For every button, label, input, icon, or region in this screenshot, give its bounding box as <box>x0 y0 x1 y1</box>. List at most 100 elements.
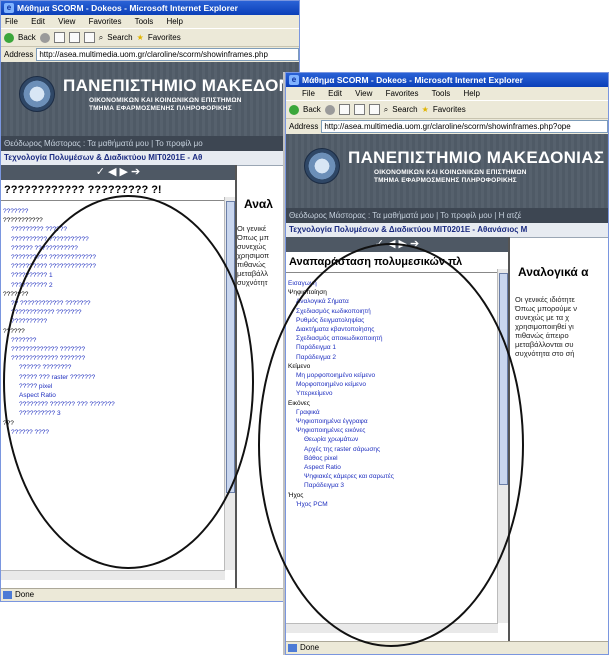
toc-link[interactable]: Αναλογικά Σήματα <box>286 297 498 306</box>
toc-section: ??????? <box>3 290 29 298</box>
toc-link[interactable]: Μορφοποιημένο κείμενο <box>286 380 498 389</box>
toc-section: Κείμενο <box>288 362 311 370</box>
toc-link[interactable]: ????????????? ??????? <box>1 354 225 363</box>
toc-link[interactable]: Ρυθμός δειγματοληψίας <box>286 316 498 325</box>
toc-link[interactable]: Αρχές της raster σάρωσης <box>286 445 498 454</box>
toc-link[interactable]: ?????????? ????????????? <box>1 253 225 262</box>
toc-link[interactable]: ?????????? <box>1 317 225 326</box>
toc-link[interactable]: ?????????? 1 <box>1 271 225 280</box>
toc-horizontal-scrollbar[interactable] <box>1 570 225 580</box>
toc-link[interactable]: ????????? ?????? <box>1 225 225 234</box>
toc-link[interactable]: ?????????? 3 <box>1 409 225 418</box>
menu-help[interactable]: Help <box>464 89 480 98</box>
toc-nav-arrows[interactable]: ✓ ◀ ▶ ➔ <box>286 237 508 252</box>
toc-link[interactable]: ?????? ???????????? <box>1 244 225 253</box>
toc-link[interactable]: Aspect Ratio <box>286 463 498 472</box>
favorites-button[interactable]: Favorites <box>148 33 181 42</box>
faculty-name: ΟΙΚΟΝΟΜΙΚΩΝ ΚΑΙ ΚΟΙΝΩΝΙΚΩΝ ΕΠΙΣΤΗΜΩΝ ΤΜΗ… <box>89 97 242 113</box>
toc-horizontal-scrollbar[interactable] <box>286 623 498 633</box>
toc-vertical-scrollbar[interactable] <box>224 197 235 570</box>
toc-link[interactable]: ???????????? ??????? <box>1 308 225 317</box>
menu-view[interactable]: View <box>58 17 75 26</box>
stop-icon[interactable] <box>338 104 350 115</box>
toc-link[interactable]: Θεωρία χρωμάτων <box>286 435 498 444</box>
search-button[interactable]: Search <box>107 33 132 42</box>
title-bar[interactable]: e Μάθημα SCORM - Dokeos - Microsoft Inte… <box>286 73 608 87</box>
toc-link[interactable]: ????? pixel <box>1 382 225 391</box>
toc-link[interactable]: ?????????? 2 <box>1 281 225 290</box>
toc-link[interactable]: ?????????? ????????????? <box>1 262 225 271</box>
scroll-thumb[interactable] <box>499 273 508 485</box>
refresh-icon[interactable] <box>353 104 365 115</box>
forward-arrow-icon[interactable] <box>39 32 50 43</box>
home-icon[interactable] <box>368 104 380 115</box>
toc-link[interactable]: Ψηφιοποιημένα έγγραφα <box>286 417 498 426</box>
back-arrow-icon[interactable] <box>289 104 299 115</box>
toc-link[interactable]: ???????? ??????? ??? ??????? <box>1 400 225 409</box>
toc-link[interactable]: Ψηφιακές κάμερες και σαρωτές <box>286 472 498 481</box>
toc-link[interactable]: Διακτήματα κβαντοποίησης <box>286 325 498 334</box>
menu-help[interactable]: Help <box>167 17 183 26</box>
toc-section: ??????????? <box>3 217 43 225</box>
toc-link[interactable]: Μη μορφοποιημένο κείμενο <box>286 371 498 380</box>
menu-file[interactable]: File <box>5 17 18 26</box>
course-title[interactable]: Τεχνολογία Πολυμέσων & Διαδικτύου MIT020… <box>286 223 608 238</box>
toc-link[interactable]: ?????? ???? <box>1 428 225 437</box>
refresh-icon[interactable] <box>68 32 80 43</box>
toc-link[interactable]: ????????????? ??????? <box>1 345 225 354</box>
menu-tools[interactable]: Tools <box>135 17 154 26</box>
search-icon[interactable]: ⌕ <box>384 105 388 115</box>
toc-link[interactable]: Εισαγωγή <box>286 279 498 288</box>
course-title[interactable]: Τεχνολογία Πολυμέσων & Διαδικτύου MIT020… <box>1 151 299 166</box>
forward-arrow-icon[interactable] <box>324 104 335 115</box>
back-button[interactable]: Back <box>18 33 36 42</box>
scroll-thumb[interactable] <box>226 201 235 493</box>
toc-link[interactable]: ?????? ???????? <box>1 363 225 372</box>
search-button[interactable]: Search <box>392 105 417 114</box>
toc-link[interactable]: Aspect Ratio <box>1 391 225 400</box>
toc-link[interactable]: Γραφικά <box>286 408 498 417</box>
menu-tools[interactable]: Tools <box>432 89 451 98</box>
favorites-button[interactable]: Favorites <box>433 105 466 114</box>
user-nav[interactable]: Θεόδωρος Μάστορας : Τα μαθήματά μου | Το… <box>286 208 608 223</box>
toc-frame: ✓ ◀ ▶ ➔ Αναπαράσταση πολυμεσικών πλ Εισα… <box>286 237 510 641</box>
toc-link[interactable]: Παράδειγμα 3 <box>286 481 498 490</box>
menu-edit[interactable]: Edit <box>328 89 342 98</box>
toc-link[interactable]: ????? ??? raster ??????? <box>1 373 225 382</box>
site-header: ΠΑΝΕΠΙΣΤΗΜΙΟ ΜΑΚΕΔΟΝΙΑΣ ΟΙΚΟΝΟΜΙΚΩΝ ΚΑΙ … <box>1 62 299 136</box>
favorites-star-icon[interactable]: ★ <box>422 105 429 114</box>
address-input[interactable]: http://asea.multimedia.uom.gr/claroline/… <box>36 48 299 61</box>
toc-link[interactable]: Ήχος PCM <box>286 500 498 509</box>
title-bar[interactable]: e Μάθημα SCORM - Dokeos - Microsoft Inte… <box>1 1 299 15</box>
university-logo <box>19 76 55 112</box>
favorites-star-icon[interactable]: ★ <box>137 33 144 42</box>
address-bar: Address http://asea.multimedia.uom.gr/cl… <box>286 119 608 134</box>
toc-link[interactable]: Σχεδιασμός κωδικοποιητή <box>286 307 498 316</box>
content-line: Όπως μπορούμε ν <box>515 304 578 313</box>
address-input[interactable]: http://asea.multimedia.uom.gr/claroline/… <box>321 120 608 133</box>
search-icon[interactable]: ⌕ <box>99 33 103 43</box>
menu-favorites[interactable]: Favorites <box>386 89 419 98</box>
user-nav[interactable]: Θεόδωρος Μάστορας : Τα μαθήματά μου | Το… <box>1 136 299 151</box>
toc-link[interactable]: Παράδειγμα 1 <box>286 343 498 352</box>
menu-view[interactable]: View <box>355 89 372 98</box>
toc-link[interactable]: Σχεδιασμός αποκωδικοποιητή <box>286 334 498 343</box>
toc-link[interactable]: Παράδειγμα 2 <box>286 353 498 362</box>
menu-file[interactable]: File <box>302 89 315 98</box>
toc-link[interactable]: ?? ???????????? ??????? <box>1 299 225 308</box>
back-arrow-icon[interactable] <box>4 32 14 43</box>
content-text: Οι γενικές ιδιότητε Όπως μπορούμε ν συνεχώ… <box>515 295 577 358</box>
toc-link[interactable]: ?????????? ??????????? <box>1 235 225 244</box>
toc-link[interactable]: ??????? <box>1 336 225 345</box>
back-button[interactable]: Back <box>303 105 321 114</box>
toc-link[interactable]: Υπερκείμενο <box>286 389 498 398</box>
menu-edit[interactable]: Edit <box>31 17 45 26</box>
toc-nav-arrows[interactable]: ✓ ◀ ▶ ➔ <box>1 165 235 180</box>
toc-link[interactable]: Ψηφιοποιημένες εικόνες <box>286 426 498 435</box>
stop-icon[interactable] <box>53 32 65 43</box>
toc-vertical-scrollbar[interactable] <box>497 269 508 623</box>
toc-link[interactable]: Βάθος pixel <box>286 454 498 463</box>
toc-link[interactable]: ??????? <box>1 207 225 216</box>
home-icon[interactable] <box>83 32 95 43</box>
menu-favorites[interactable]: Favorites <box>89 17 122 26</box>
